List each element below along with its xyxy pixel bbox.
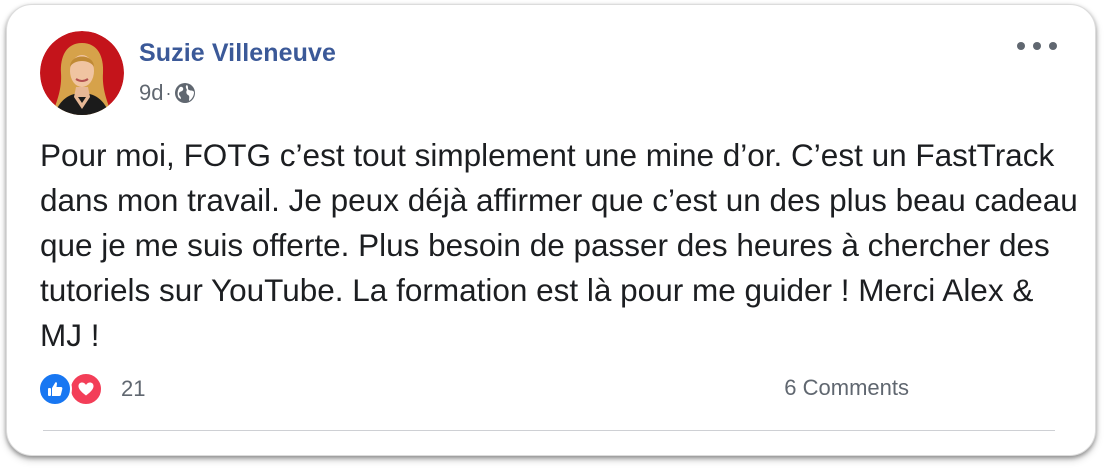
highlighted-text: FOTG c’est tout simplement une mine d’or… bbox=[183, 137, 783, 173]
author-name[interactable]: Suzie Villeneuve bbox=[139, 39, 336, 68]
post-text-intro: Pour moi, bbox=[40, 137, 184, 173]
reaction-count: 21 bbox=[121, 376, 146, 401]
globe-icon[interactable] bbox=[174, 82, 196, 104]
more-options-icon[interactable] bbox=[1017, 35, 1057, 57]
post-text: Pour moi, FOTG c’est tout simplement une… bbox=[40, 133, 1080, 358]
post-time[interactable]: 9d bbox=[139, 80, 163, 106]
comments-link[interactable]: 6 Comments bbox=[784, 375, 909, 401]
like-icon bbox=[38, 372, 72, 406]
divider bbox=[43, 430, 1055, 431]
avatar[interactable] bbox=[40, 31, 124, 115]
love-icon bbox=[69, 372, 103, 406]
reactions-summary[interactable]: 21 bbox=[38, 372, 145, 406]
post-meta: 9d · bbox=[139, 79, 196, 107]
meta-separator: · bbox=[165, 82, 172, 103]
avatar-image bbox=[40, 31, 124, 115]
post-card: Suzie Villeneuve 9d · Pour moi, FOTG c’e… bbox=[6, 4, 1096, 456]
